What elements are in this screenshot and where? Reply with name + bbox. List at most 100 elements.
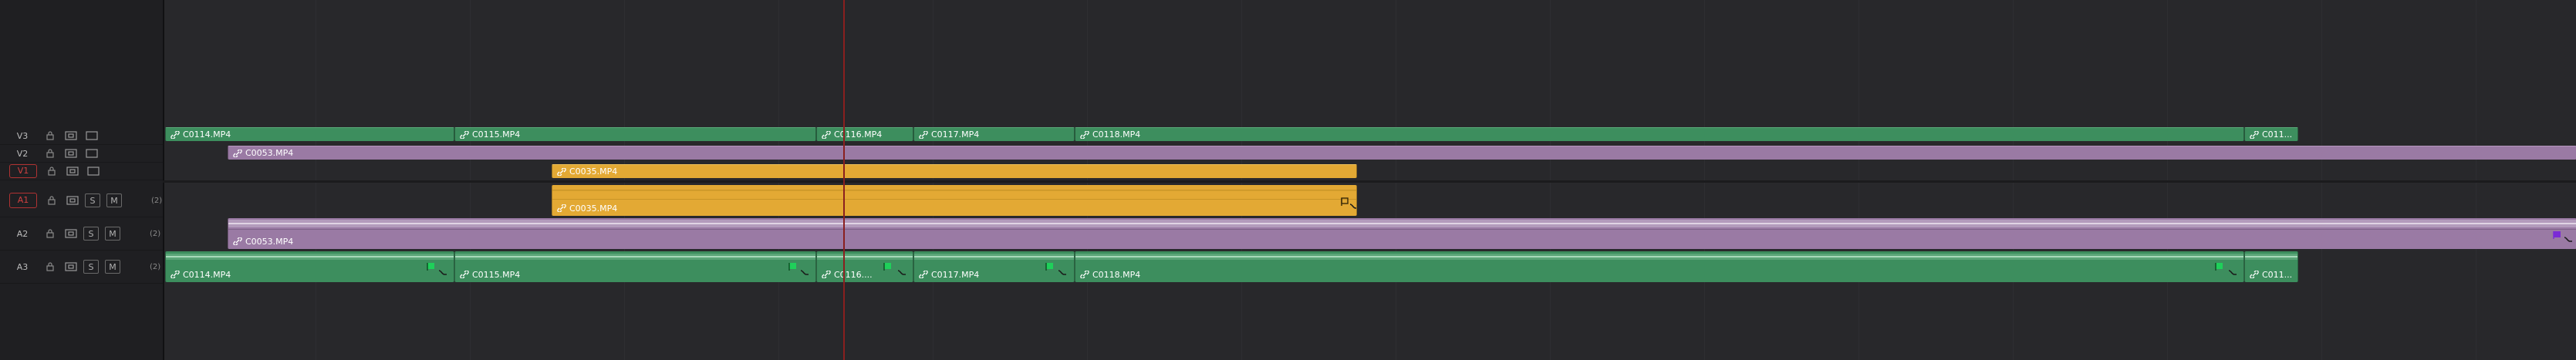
clip-label: C0035.MP4 [569,167,618,177]
auto-select-icon[interactable] [64,228,77,239]
solo-button[interactable]: S [83,227,99,241]
channel-count: (2) [150,262,161,271]
monitor-icon[interactable] [86,166,100,177]
clip-label: C011... [2262,270,2293,280]
audio-clip[interactable]: C0117.MP4 [913,251,1075,282]
mute-button[interactable]: M [105,227,120,241]
solo-button[interactable]: S [85,193,100,207]
lock-icon[interactable] [43,130,56,141]
link-icon [460,131,469,139]
clip-label: C0118.MP4 [1092,270,1141,280]
link-icon [2250,271,2259,278]
track-header-v2[interactable]: V2 [0,145,163,163]
waveform [228,220,2576,230]
clip-label: C0115.MP4 [472,130,521,140]
flag-icon[interactable] [1045,262,1054,271]
video-audio-divider[interactable] [163,180,2576,183]
track-header-v1[interactable]: V1 [0,163,163,180]
flag-icon[interactable] [1341,197,1349,207]
auto-select-icon[interactable] [64,130,77,141]
auto-select-icon[interactable] [66,195,79,206]
lock-icon[interactable] [43,228,56,239]
link-icon [170,131,180,139]
audio-clip[interactable]: C0118.MP4 [1075,251,2244,282]
track-name-a1[interactable]: A1 [9,193,37,208]
clip-label: C0115.MP4 [472,270,521,280]
clip-label: C0118.MP4 [1092,130,1141,140]
track-header-v3[interactable]: V3 [0,127,163,145]
auto-select-icon[interactable] [66,166,79,177]
clip-label: C0116.MP4 [834,130,883,140]
track-name-a3: A3 [16,261,29,272]
track-header-a2[interactable]: A2 S M (2) [0,217,163,251]
audio-clip[interactable]: C011... [2244,251,2298,282]
clip-label: C0117.MP4 [931,130,980,140]
video-clip[interactable]: C0035.MP4 [552,164,1357,178]
monitor-icon[interactable] [85,148,98,159]
link-icon [233,237,242,245]
clip-label: C0114.MP4 [183,130,231,140]
audio-clip[interactable]: C0116.... [816,251,913,282]
link-icon [557,168,566,176]
flag-icon[interactable] [788,262,797,271]
link-icon [233,150,242,157]
link-icon [170,271,180,278]
link-icon [822,271,831,278]
video-clip[interactable]: C0116.MP4 [816,127,913,141]
audio-clip[interactable]: C0115.MP4 [454,251,816,282]
link-icon [1080,271,1089,278]
channel-count: (2) [150,229,161,238]
mute-button[interactable]: M [105,260,120,274]
lock-icon[interactable] [45,195,58,206]
link-icon [2250,131,2259,139]
curve-icon[interactable] [1058,268,1067,276]
monitor-icon[interactable] [85,130,98,141]
curve-icon[interactable] [2564,235,2573,243]
audio-clip[interactable]: C0114.MP4 [165,251,454,282]
link-icon [822,131,831,139]
curve-icon[interactable] [897,268,906,276]
clip-label: C0053.MP4 [245,237,294,247]
curve-icon[interactable] [800,268,809,276]
track-header-a1[interactable]: A1 S M (2) [0,184,163,217]
track-header-a3[interactable]: A3 S M (2) [0,251,163,284]
curve-icon[interactable] [2228,268,2237,276]
flag-icon[interactable] [427,262,435,271]
link-icon [557,204,566,212]
track-name-v1[interactable]: V1 [9,164,37,178]
waveform [552,190,1356,200]
audio-clip[interactable]: C0053.MP4 [228,218,2576,249]
flag-icon[interactable] [2215,262,2223,271]
curve-icon[interactable] [438,268,447,276]
timeline-area[interactable]: C0114.MP4 C0115.MP4 C0116.MP4 C0117.MP4 … [163,0,2576,360]
playhead[interactable] [843,0,845,360]
waveform [1075,254,2243,260]
solo-button[interactable]: S [83,260,99,274]
channel-count: (2) [151,196,163,205]
clip-label: C0117.MP4 [931,270,980,280]
auto-select-icon[interactable] [64,261,77,272]
video-clip[interactable]: C0114.MP4 [165,127,454,141]
curve-icon[interactable] [1349,202,1357,210]
auto-select-icon[interactable] [64,148,77,159]
track-header-panel: V3 V2 V1 A1 S M (2) A2 S M (2) A3 S M (2… [0,0,164,360]
video-clip[interactable]: C0118.MP4 [1075,127,2244,141]
video-clip[interactable]: C0115.MP4 [454,127,816,141]
lock-icon[interactable] [43,261,56,272]
clip-label: C0114.MP4 [183,270,231,280]
flag-icon[interactable] [883,262,892,271]
lock-icon[interactable] [45,166,58,177]
audio-clip[interactable]: C0035.MP4 [552,185,1357,216]
flag-icon[interactable] [2553,230,2561,240]
video-clip[interactable]: C011... [2244,127,2298,141]
lock-icon[interactable] [43,148,56,159]
video-clip[interactable]: C0117.MP4 [913,127,1075,141]
clip-label: C0035.MP4 [569,204,618,214]
link-icon [1080,131,1089,139]
clip-label: C0116.... [834,270,873,280]
track-name-a2: A2 [16,228,29,239]
video-clip[interactable]: C0053.MP4 [228,146,2576,160]
clip-label: C011... [2262,130,2293,140]
link-icon [919,271,928,278]
mute-button[interactable]: M [106,193,122,207]
